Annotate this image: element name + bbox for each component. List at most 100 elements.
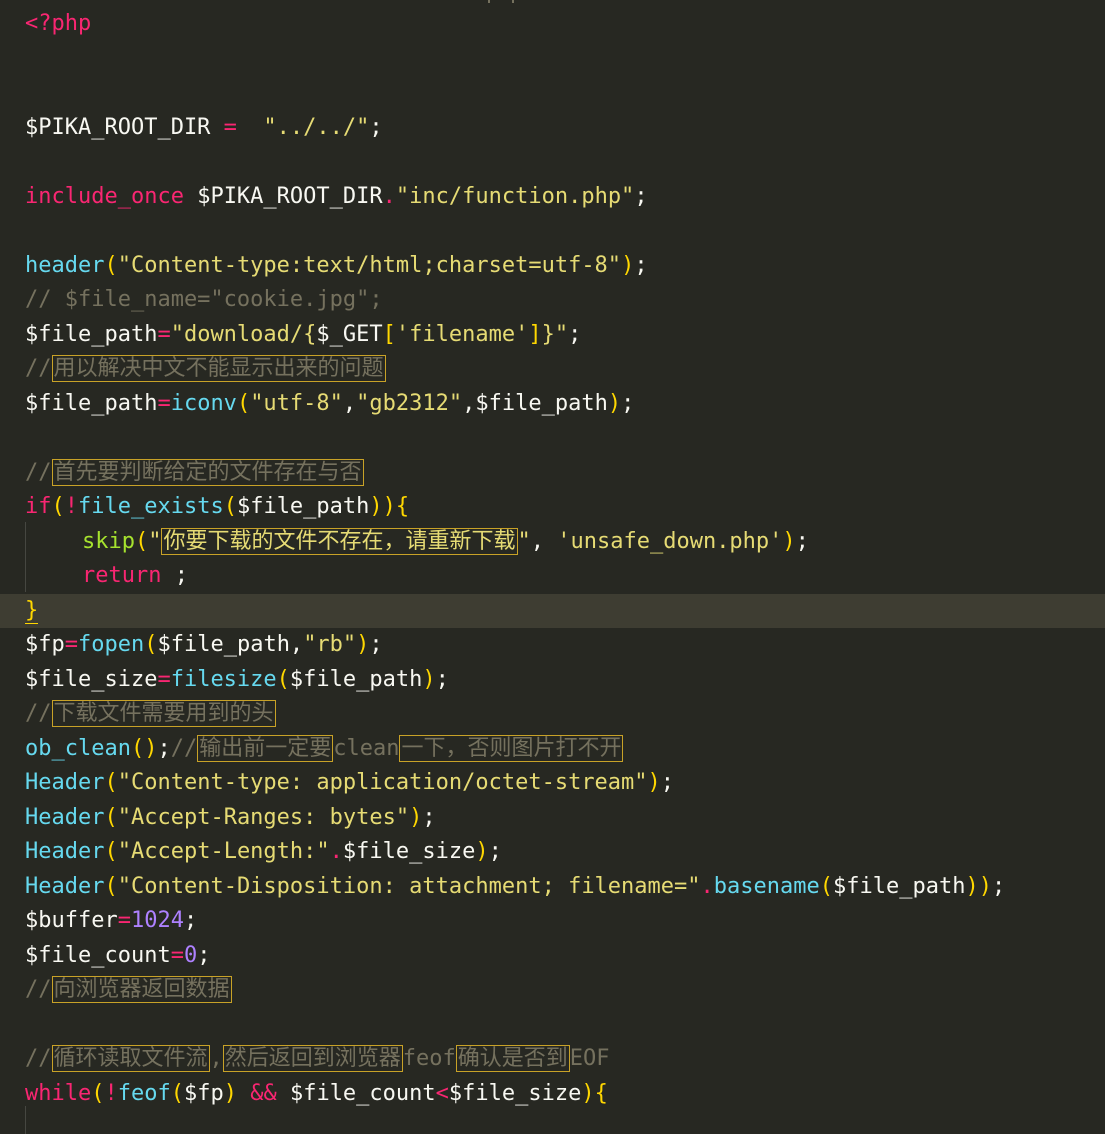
bracket: ) [607,391,622,416]
code-line-26[interactable]: Header("Accept-Length:".$file_size); [25,837,502,867]
bracket: ( [51,494,65,519]
number: 1024 [130,908,184,933]
string-text: 你要下载的文件不存在，请重新下载 [161,528,518,555]
string: "Content-type: application/octet-stream" [117,770,648,795]
comment-marker: // [25,977,52,1002]
string: 'filename' [395,322,529,347]
function-name: iconv [170,391,237,416]
bracket: ) [409,805,423,830]
code-line-16[interactable]: if(!file_exists($file_path)){ [25,492,409,522]
code-line-18[interactable]: return ; [82,561,188,591]
variable: $PIKA_ROOT_DIR [25,115,211,140]
function-name: Header [25,839,105,864]
punctuation: ; [422,805,436,830]
comment: , [209,1046,223,1071]
bracket: } [25,598,39,624]
string: "utf-8" [250,391,343,416]
function-name: filesize [170,667,277,692]
php-open-tag: <?php [25,11,92,36]
variable: $file_size [448,1081,582,1106]
bracket: ( [104,839,118,864]
bracket: ) [621,253,635,278]
comment: EOF [569,1046,610,1071]
operator: . [329,839,343,864]
punctuation: ; [660,770,675,795]
keyword: if [25,494,52,519]
code-line-5[interactable]: $PIKA_ROOT_DIR = "../../"; [25,113,383,143]
code-line-23[interactable]: ob_clean();//输出前一定要clean一下，否则图片打不开 [25,734,624,764]
code-line-33[interactable]: while(!feof($fp) && $file_count<$file_si… [25,1079,608,1109]
bracket: () [130,736,158,761]
code-line-10[interactable]: // $file_name="cookie.jpg"; [25,285,383,315]
string: "inc/function.php" [395,184,635,209]
code-line-25[interactable]: Header("Accept-Ranges: bytes"); [25,803,436,833]
string: " [517,529,531,554]
code-line-9[interactable]: header("Content-type:text/html;charset=u… [25,251,648,281]
code-line-15[interactable]: //首先要判断给定的文件存在与否 [25,458,364,488]
string: "Accept-Length:" [117,839,330,864]
code-line-24[interactable]: Header("Content-type: application/octet-… [25,768,674,798]
function-name: header [25,253,105,278]
keyword: include_once [25,184,184,209]
variable: $buffer [25,908,118,933]
number: 0 [183,943,198,968]
variable: $file_path, [157,632,304,657]
code-line-1[interactable]: <?php [25,9,91,39]
code-line-22[interactable]: //下载文件需要用到的头 [25,699,276,729]
code-line-19[interactable]: } [25,596,39,626]
code-editor[interactable]: <?php $PIKA_ROOT_DIR = "../../"; include… [0,0,1105,1134]
comment-text: 确认是否到 [455,1045,570,1072]
variable: $file_path [25,322,158,347]
punctuation: ; [369,115,383,140]
code-line-28[interactable]: $buffer=1024; [25,906,197,936]
string: "Accept-Ranges: bytes" [117,805,410,830]
code-line-30[interactable]: //向浏览器返回数据 [25,975,232,1005]
variable: $file_path [289,667,423,692]
scroll-marker [512,0,514,3]
variable: $file_path [833,874,966,899]
function-name: skip [82,529,135,554]
bracket: )) [965,874,992,899]
bracket: [ [382,322,396,347]
string: "Content-type:text/html;charset=utf-8" [117,253,622,278]
punctuation: ; [634,253,648,278]
variable: $file_count [25,943,171,968]
code-line-27[interactable]: Header("Content-Disposition: attachment;… [25,872,1005,902]
function-name: Header [25,770,105,795]
string: " [148,529,162,554]
bracket: ( [104,805,118,830]
function-name: Header [25,805,105,830]
string: }" [541,322,569,347]
operator: . [700,874,714,899]
punctuation: ; [991,874,1006,899]
bracket: ) [475,839,489,864]
punctuation: ; [157,736,171,761]
bracket: ( [91,1081,105,1106]
code-line-11[interactable]: $file_path="download/{$_GET['filename']}… [25,320,581,350]
comment-marker: // [25,1046,52,1071]
punctuation: ; [488,839,502,864]
bracket: ( [276,667,290,692]
code-line-12[interactable]: //用以解决中文不能显示出来的问题 [25,354,386,384]
comment-text: 输出前一定要 [197,735,334,762]
bracket: { [594,1081,608,1106]
comment-marker: // [25,701,52,726]
string: "../../" [250,115,370,140]
code-line-29[interactable]: $file_count=0; [25,941,210,971]
function-name: basename [713,874,820,899]
code-line-13[interactable]: $file_path=iconv("utf-8","gb2312",$file_… [25,389,634,419]
code-line-20[interactable]: $fp=fopen($file_path,"rb"); [25,630,383,660]
variable: $file_path [236,494,370,519]
bracket: { [395,494,410,519]
string: "Content-Disposition: attachment; filena… [117,874,701,899]
punctuation: ; [435,667,449,692]
bracket: ( [236,391,251,416]
bracket: ( [170,1081,184,1106]
punctuation: ; [183,908,198,933]
operator: < [435,1081,449,1106]
keyword: return [82,563,162,588]
code-line-32[interactable]: //循环读取文件流,然后返回到浏览器feof确认是否到EOF [25,1044,610,1074]
code-line-21[interactable]: $file_size=filesize($file_path); [25,665,449,695]
code-line-17[interactable]: skip("你要下载的文件不存在，请重新下载", 'unsafe_down.ph… [82,527,809,557]
code-line-7[interactable]: include_once $PIKA_ROOT_DIR."inc/functio… [25,182,648,212]
